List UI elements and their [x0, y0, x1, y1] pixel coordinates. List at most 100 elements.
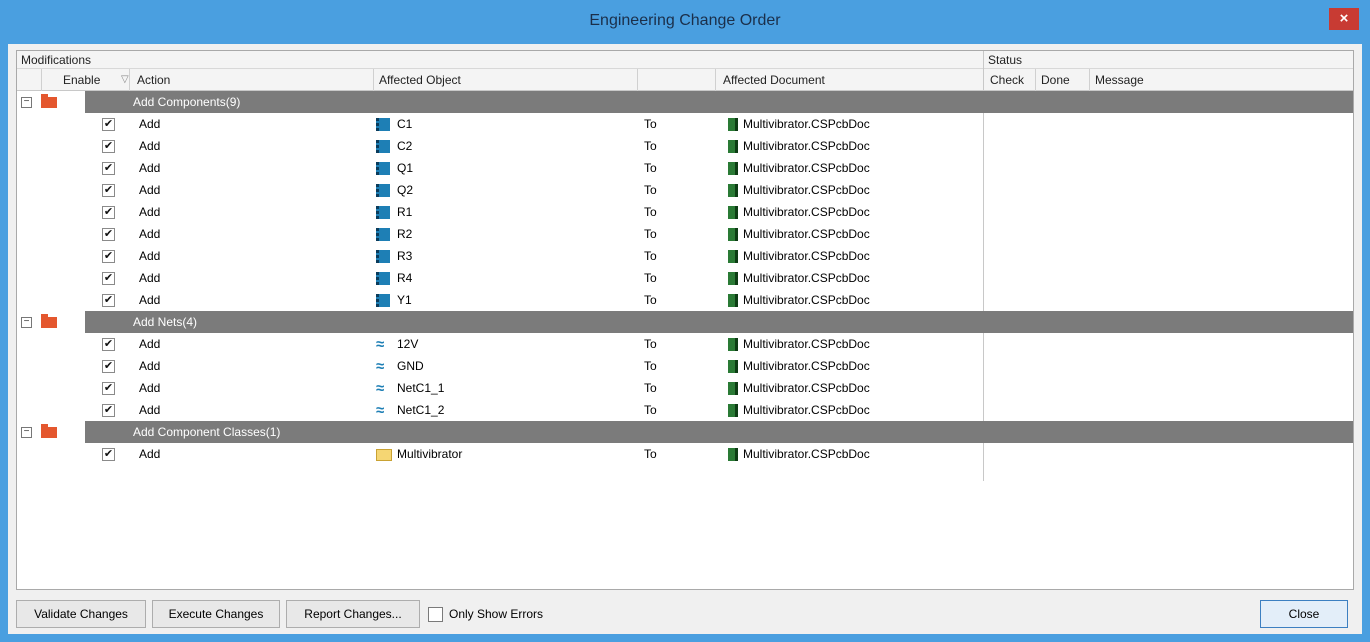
group-row[interactable]: − Add Nets(4)	[17, 311, 1353, 333]
affected-object-cell: C1	[397, 117, 413, 131]
affected-object-cell: NetC1_2	[397, 403, 445, 417]
affected-document-cell: Multivibrator.CSPcbDoc	[743, 183, 870, 197]
header-separator[interactable]	[41, 69, 42, 91]
table-row[interactable]: ✔ Add ≈ NetC1_1 To Multivibrator.CSPcbDoc	[17, 377, 1353, 399]
to-cell: To	[644, 447, 657, 461]
window-title: Engineering Change Order	[589, 12, 781, 29]
enable-checkbox[interactable]: ✔	[102, 140, 115, 153]
group-left: −	[17, 91, 85, 113]
pcb-document-icon	[728, 294, 738, 307]
header-separator[interactable]	[715, 69, 716, 91]
action-cell: Add	[139, 447, 161, 461]
header-separator[interactable]	[1035, 69, 1036, 91]
to-cell: To	[644, 183, 657, 197]
collapse-icon[interactable]: −	[21, 427, 32, 438]
window-close-button[interactable]: ×	[1329, 8, 1359, 30]
table-row[interactable]: ✔ Add Q2 To Multivibrator.CSPcbDoc	[17, 179, 1353, 201]
enable-checkbox[interactable]: ✔	[102, 118, 115, 131]
report-changes-button[interactable]: Report Changes...	[286, 600, 420, 628]
to-cell: To	[644, 403, 657, 417]
table-row[interactable]: ✔ Add R2 To Multivibrator.CSPcbDoc	[17, 223, 1353, 245]
affected-document-cell: Multivibrator.CSPcbDoc	[743, 205, 870, 219]
affected-document-cell: Multivibrator.CSPcbDoc	[743, 117, 870, 131]
only-show-errors-checkbox[interactable]	[428, 607, 443, 622]
enable-checkbox[interactable]: ✔	[102, 382, 115, 395]
title-bar[interactable]: Engineering Change Order ×	[0, 0, 1370, 44]
column-enable[interactable]: Enable ▽	[41, 69, 129, 91]
net-icon: ≈	[376, 336, 385, 353]
table-row[interactable]: ✔ Add ≈ NetC1_2 To Multivibrator.CSPcbDoc	[17, 399, 1353, 421]
affected-document-cell: Multivibrator.CSPcbDoc	[743, 337, 870, 351]
enable-checkbox[interactable]: ✔	[102, 272, 115, 285]
enable-checkbox[interactable]: ✔	[102, 338, 115, 351]
table-row[interactable]: ✔ Add R1 To Multivibrator.CSPcbDoc	[17, 201, 1353, 223]
pcb-document-icon	[728, 404, 738, 417]
to-cell: To	[644, 293, 657, 307]
header-separator[interactable]	[373, 69, 374, 91]
close-button[interactable]: Close	[1260, 600, 1348, 628]
column-affected-document[interactable]: Affected Document	[715, 69, 983, 91]
table-row[interactable]: ✔ Add R4 To Multivibrator.CSPcbDoc	[17, 267, 1353, 289]
component-icon	[376, 184, 390, 197]
group-label: Add Components(9)	[85, 91, 1353, 113]
enable-checkbox[interactable]: ✔	[102, 404, 115, 417]
filter-icon[interactable]: ▽	[121, 69, 129, 91]
eco-dialog-window: Engineering Change Order × Modifications…	[0, 0, 1370, 642]
table-row[interactable]: ✔ Add ≈12V To Multivibrator.CSPcbDoc	[17, 333, 1353, 355]
enable-checkbox[interactable]: ✔	[102, 448, 115, 461]
header-separator[interactable]	[129, 69, 130, 91]
folder-icon	[41, 424, 57, 438]
collapse-icon[interactable]: −	[21, 97, 32, 108]
header-separator[interactable]	[637, 69, 638, 91]
collapse-icon[interactable]: −	[21, 317, 32, 328]
table-row[interactable]: ✔ Add Multivibrator To Multivibrator.CSPcbDo…	[17, 443, 1353, 465]
table-row[interactable]: ✔ Add C1 To Multivibrator.CSPcbDoc	[17, 113, 1353, 135]
group-label: Add Component Classes(1)	[85, 421, 1353, 443]
affected-object-cell: C2	[397, 139, 413, 153]
enable-checkbox[interactable]: ✔	[102, 228, 115, 241]
table-row[interactable]: ✔ Add Q1 To Multivibrator.CSPcbDoc	[17, 157, 1353, 179]
column-action[interactable]: Action	[129, 69, 373, 91]
folder-icon	[376, 449, 392, 461]
pcb-document-icon	[728, 382, 738, 395]
component-icon	[376, 206, 390, 219]
enable-checkbox[interactable]: ✔	[102, 294, 115, 307]
pcb-document-icon	[728, 250, 738, 263]
action-cell: Add	[139, 227, 161, 241]
affected-object-cell: Q2	[397, 183, 414, 197]
column-check[interactable]: Check	[984, 69, 1035, 91]
only-show-errors-label[interactable]: Only Show Errors	[449, 607, 543, 622]
header-separator[interactable]	[1089, 69, 1090, 91]
column-done[interactable]: Done	[1035, 69, 1089, 91]
group-row[interactable]: − Add Components(9)	[17, 91, 1353, 113]
execute-changes-button[interactable]: Execute Changes	[152, 600, 280, 628]
group-left: −	[17, 311, 85, 333]
enable-checkbox[interactable]: ✔	[102, 360, 115, 373]
table-row[interactable]: ✔ Add Y1 To Multivibrator.CSPcbDoc	[17, 289, 1353, 311]
group-row[interactable]: − Add Component Classes(1)	[17, 421, 1353, 443]
table-row[interactable]: ✔ Add C2 To Multivibrator.CSPcbDoc	[17, 135, 1353, 157]
column-to[interactable]	[637, 69, 715, 91]
enable-checkbox[interactable]: ✔	[102, 162, 115, 175]
affected-object-cell: R4	[397, 271, 413, 285]
enable-checkbox[interactable]: ✔	[102, 184, 115, 197]
column-message[interactable]: Message	[1089, 69, 1353, 91]
component-icon	[376, 118, 390, 131]
component-icon	[376, 140, 390, 153]
header-modifications: Modifications	[17, 51, 983, 69]
enable-checkbox[interactable]: ✔	[102, 250, 115, 263]
header-blank	[17, 69, 41, 91]
component-icon	[376, 250, 390, 263]
folder-icon	[41, 314, 57, 328]
action-cell: Add	[139, 293, 161, 307]
enable-checkbox[interactable]: ✔	[102, 206, 115, 219]
validate-changes-button[interactable]: Validate Changes	[16, 600, 146, 628]
table-row[interactable]: ✔ Add R3 To Multivibrator.CSPcbDoc	[17, 245, 1353, 267]
to-cell: To	[644, 161, 657, 175]
action-cell: Add	[139, 161, 161, 175]
dialog-content: Modifications Status Enable ▽ Action Aff…	[8, 44, 1362, 634]
column-affected-object[interactable]: Affected Object	[373, 69, 637, 91]
table-row[interactable]: ✔ Add ≈ GND To Multivibrator.CSPcbDoc	[17, 355, 1353, 377]
affected-object-cell: R2	[397, 227, 413, 241]
affected-object-cell: Q1	[397, 161, 414, 175]
